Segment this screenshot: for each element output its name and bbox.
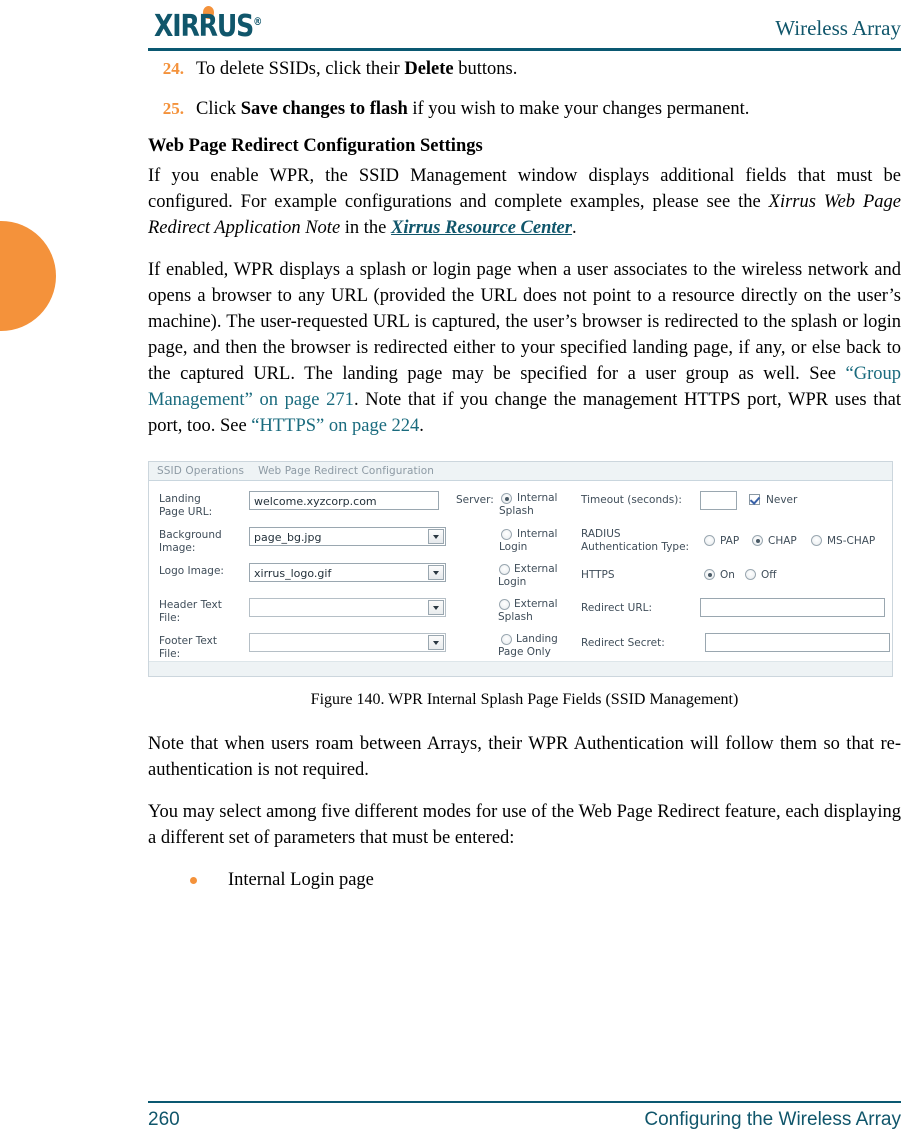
radius-auth-type-label: RADIUS Authentication Type: <box>581 528 690 553</box>
page-header: XIRRUS® Wireless Array <box>148 0 901 56</box>
tab-web-page-redirect-configuration[interactable]: Web Page Redirect Configuration <box>258 465 434 477</box>
step-text: To delete SSIDs, click their Delete butt… <box>196 59 518 79</box>
radio-internal-login-label: Internal Login <box>499 528 558 553</box>
radio-internal-splash[interactable] <box>501 493 512 504</box>
never-label: Never <box>766 494 798 506</box>
window-tab-bar: SSID Operations Web Page Redirect Config… <box>149 462 892 481</box>
redirect-url-input[interactable] <box>700 598 885 617</box>
radio-external-splash-label: External Splash <box>498 598 558 623</box>
landing-page-url-label: Landing Page URL: <box>159 493 213 518</box>
list-item: 24. To delete SSIDs, click their Delete … <box>162 59 518 79</box>
radio-pap-label: PAP <box>720 535 740 547</box>
logo-image-label: Logo Image: <box>159 565 224 577</box>
figure-140: SSID Operations Web Page Redirect Config… <box>148 461 901 709</box>
ssid-management-window: SSID Operations Web Page Redirect Config… <box>148 461 893 677</box>
step-text: Click Save changes to flash if you wish … <box>196 99 750 119</box>
logo-image-select-value: xirrus_logo.gif <box>254 567 332 580</box>
logo-registered-mark: ® <box>253 15 262 28</box>
radio-landing-page-only-label: Landing Page Only <box>498 633 558 658</box>
radio-https-on[interactable] <box>704 569 715 580</box>
footer-text-file-select[interactable] <box>249 633 446 652</box>
never-checkbox[interactable] <box>749 494 760 505</box>
chevron-down-icon[interactable] <box>428 635 444 650</box>
radio-external-login-label: External Login <box>498 563 558 588</box>
mode-bullet-list: Internal Login page <box>148 867 901 893</box>
logo-image-select[interactable]: xirrus_logo.gif <box>249 563 446 582</box>
radio-internal-splash-label: Internal Splash <box>499 492 558 517</box>
radio-https-off-label: Off <box>761 569 777 581</box>
chevron-down-icon[interactable] <box>428 600 444 615</box>
chevron-down-icon[interactable] <box>428 529 444 544</box>
logo-wordmark-text: XIRRUS <box>154 9 254 44</box>
radio-external-login[interactable] <box>499 564 510 575</box>
numbered-step-list: 24. To delete SSIDs, click their Delete … <box>148 56 901 122</box>
footer-section-title: Configuring the Wireless Array <box>644 1109 901 1130</box>
figure-caption: Figure 140. WPR Internal Splash Page Fie… <box>310 691 739 708</box>
section-heading: Web Page Redirect Configuration Settings <box>148 136 483 156</box>
footer-rule <box>148 1101 901 1103</box>
xirrus-logo: XIRRUS® <box>154 6 324 42</box>
list-item: Internal Login page <box>148 867 901 893</box>
header-text-file-select[interactable] <box>249 598 446 617</box>
server-label: Server: <box>456 494 494 506</box>
radio-https-on-label: On <box>720 569 735 581</box>
chevron-down-icon[interactable] <box>428 565 444 580</box>
after-figure-paragraph-1: Note that when users roam between Arrays… <box>148 734 901 780</box>
wpr-form: Landing Page URL: Background Image: Logo… <box>149 481 892 661</box>
background-image-select[interactable]: page_bg.jpg <box>249 527 446 546</box>
section-paragraph-2: If enabled, WPR displays a splash or log… <box>148 260 901 436</box>
background-image-select-value: page_bg.jpg <box>254 531 322 544</box>
redirect-secret-input[interactable] <box>705 633 890 652</box>
radio-ms-chap[interactable] <box>811 535 822 546</box>
header-rule <box>148 48 901 51</box>
list-item: 25. Click Save changes to flash if you w… <box>162 99 750 119</box>
timeout-label: Timeout (seconds): <box>581 494 682 506</box>
radio-internal-login[interactable] <box>501 529 512 540</box>
radio-chap-label: CHAP <box>768 535 797 547</box>
page-footer: 260 Configuring the Wireless Array <box>148 1101 901 1137</box>
chapter-thumb-tab <box>0 221 56 331</box>
header-text-file-label: Header Text File: <box>159 599 222 624</box>
radio-ms-chap-label: MS-CHAP <box>827 535 876 547</box>
redirect-url-label: Redirect URL: <box>581 602 653 614</box>
background-image-label: Background Image: <box>159 529 222 554</box>
tab-ssid-operations[interactable]: SSID Operations <box>157 465 244 477</box>
radio-landing-page-only[interactable] <box>501 634 512 645</box>
after-figure-paragraph-2: You may select among five different mode… <box>148 802 901 848</box>
logo-wordmark: XIRRUS® <box>154 9 262 44</box>
landing-page-url-input[interactable]: welcome.xyzcorp.com <box>249 491 439 510</box>
header-title: Wireless Array <box>775 16 901 40</box>
https-label: HTTPS <box>581 569 615 581</box>
timeout-input[interactable] <box>700 491 737 510</box>
redirect-secret-label: Redirect Secret: <box>581 637 665 649</box>
section-paragraph-1: If you enable WPR, the SSID Management w… <box>148 166 901 238</box>
footer-text-file-label: Footer Text File: <box>159 635 217 660</box>
radio-pap[interactable] <box>704 535 715 546</box>
page-content: XIRRUS® Wireless Array 24. To delete SSI… <box>148 0 901 899</box>
radio-external-splash[interactable] <box>499 599 510 610</box>
window-footer-bar <box>149 661 892 676</box>
footer-page-number: 260 <box>148 1109 180 1130</box>
radio-https-off[interactable] <box>745 569 756 580</box>
radio-chap[interactable] <box>752 535 763 546</box>
